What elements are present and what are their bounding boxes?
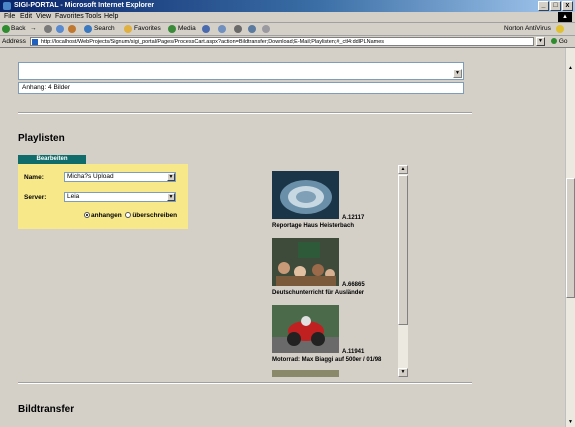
menu-help[interactable]: Help xyxy=(104,13,118,20)
print-icon[interactable] xyxy=(234,25,242,33)
maximize-button[interactable]: □ xyxy=(550,1,561,11)
page-scrollbar[interactable]: ▲ ▼ xyxy=(565,48,575,427)
edit-tab[interactable]: Bearbeiten xyxy=(18,155,86,164)
back-button[interactable]: Back xyxy=(11,25,25,32)
address-bar: Address http://localhost/WebProjects/Sig… xyxy=(0,36,575,48)
radio-overwrite[interactable] xyxy=(125,212,132,219)
scroll-up-button[interactable]: ▲ xyxy=(566,64,575,73)
radio-append-label[interactable]: anhangen xyxy=(91,212,122,219)
windows-logo-icon: ▲ xyxy=(558,12,572,22)
address-dropdown-button[interactable]: ▼ xyxy=(536,37,545,46)
name-label: Name: xyxy=(24,174,44,181)
favorites-button[interactable]: Favorites xyxy=(134,25,161,32)
image-id: A.12117 xyxy=(342,215,365,221)
forward-button[interactable]: → xyxy=(30,25,37,32)
favorites-icon xyxy=(124,25,132,33)
playlists-heading: Playlisten xyxy=(18,133,65,144)
chevron-down-icon[interactable]: ▼ xyxy=(167,193,175,201)
thumbnail-image[interactable] xyxy=(272,238,339,286)
toolbar: Back → Search Favorites Media Norton Ant… xyxy=(0,23,575,36)
menu-file[interactable]: File xyxy=(4,13,15,20)
radio-overwrite-label[interactable]: überschreiben xyxy=(132,212,177,219)
window-title: SIGI-PORTAL - Microsoft Internet Explore… xyxy=(14,2,155,9)
window-controls: _ □ x xyxy=(538,1,573,11)
image-caption: Deutschunterricht für Ausländer xyxy=(272,290,365,296)
scroll-down-button[interactable]: ▼ xyxy=(566,418,575,427)
window-titlebar: SIGI-PORTAL - Microsoft Internet Explore… xyxy=(0,0,575,12)
image-caption: Reportage Haus Heisterbach xyxy=(272,223,355,229)
scroll-up-button[interactable]: ▲ xyxy=(398,165,408,174)
thumbnail-image[interactable] xyxy=(272,171,339,219)
discuss-icon[interactable] xyxy=(262,25,270,33)
textarea-scroll-down-button[interactable]: ▼ xyxy=(453,69,462,78)
address-input[interactable]: http://localhost/WebProjects/Signum/sigi… xyxy=(30,37,534,46)
go-label: Go xyxy=(558,38,568,45)
media-button[interactable]: Media xyxy=(178,25,196,32)
menu-tools[interactable]: Tools xyxy=(85,13,101,20)
search-icon xyxy=(84,25,92,33)
history-icon[interactable] xyxy=(202,25,210,33)
image-list-scrollbar[interactable]: ▲ ▼ xyxy=(398,165,408,377)
scroll-down-button[interactable]: ▼ xyxy=(398,368,408,377)
stop-icon[interactable] xyxy=(44,25,52,33)
bildtransfer-heading: Bildtransfer xyxy=(18,404,75,415)
attachment-info: Anhang: 4 Bilder xyxy=(18,82,464,94)
ie-app-icon xyxy=(3,2,11,10)
thumbnail-image[interactable] xyxy=(272,305,339,353)
media-icon xyxy=(168,25,176,33)
playlist-name-select[interactable]: Micha?s Upload ▼ xyxy=(64,172,176,182)
image-caption: Motorrad: Max Biaggi auf 500er / 01/98 xyxy=(272,357,382,363)
image-list[interactable]: A.12117 Reportage Haus Heisterbach A.668… xyxy=(270,165,410,377)
refresh-icon[interactable] xyxy=(56,25,64,33)
menu-edit[interactable]: Edit xyxy=(20,13,32,20)
close-button[interactable]: x xyxy=(562,1,573,11)
norton-icon[interactable] xyxy=(556,25,564,33)
norton-antivirus-label[interactable]: Norton AntiVirus xyxy=(504,25,551,32)
menu-view[interactable]: View xyxy=(36,13,51,20)
section-divider xyxy=(18,112,472,114)
server-label: Server: xyxy=(24,194,47,201)
address-label: Address xyxy=(2,38,26,45)
playlist-form: Name: Micha?s Upload ▼ Server: Leia ▼ an… xyxy=(18,164,188,229)
home-icon[interactable] xyxy=(68,25,76,33)
scroll-thumb[interactable] xyxy=(398,175,408,325)
image-id: A.66865 xyxy=(342,282,365,288)
playlist-name-value: Micha?s Upload xyxy=(67,173,114,180)
message-textarea[interactable]: ▼ xyxy=(18,62,464,80)
mode-radio-group: anhangen überschreiben xyxy=(84,212,177,219)
search-button[interactable]: Search xyxy=(94,25,115,32)
thumbnail-image[interactable] xyxy=(272,370,339,377)
address-url[interactable]: http://localhost/WebProjects/Signum/sigi… xyxy=(41,38,384,46)
radio-append[interactable] xyxy=(84,212,90,219)
menu-favorites[interactable]: Favorites xyxy=(55,13,84,20)
page-viewport: ▼ Anhang: 4 Bilder Playlisten Bearbeiten… xyxy=(0,48,565,427)
scroll-thumb[interactable] xyxy=(566,178,575,298)
server-select[interactable]: Leia ▼ xyxy=(64,192,176,202)
minimize-button[interactable]: _ xyxy=(538,1,549,11)
section-divider xyxy=(18,382,472,384)
server-value: Leia xyxy=(67,193,80,200)
back-arrow-icon xyxy=(2,25,10,33)
chevron-down-icon[interactable]: ▼ xyxy=(167,173,175,181)
go-button[interactable]: Go xyxy=(551,38,567,45)
edit-page-icon[interactable] xyxy=(248,25,256,33)
image-id: A.11941 xyxy=(342,349,365,355)
page-icon xyxy=(32,39,38,45)
go-arrow-icon xyxy=(551,38,557,45)
menu-bar: File Edit View Favorites Tools Help xyxy=(0,12,575,23)
mail-icon[interactable] xyxy=(218,25,226,33)
